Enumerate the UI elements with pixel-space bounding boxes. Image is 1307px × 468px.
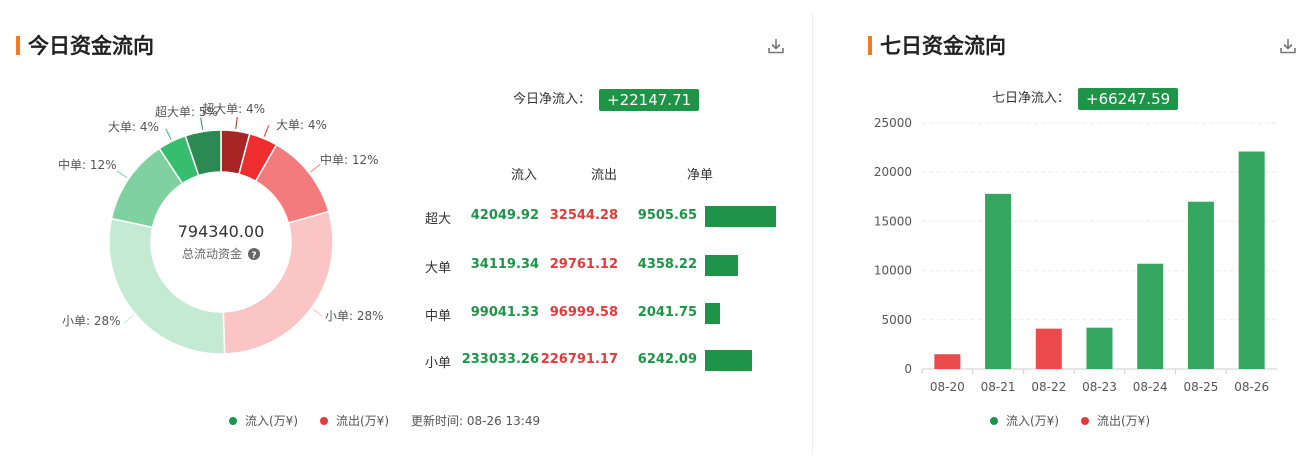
week-title-text: 七日资金流向 [880, 34, 1006, 58]
legend-outflow[interactable]: 流出(万¥) [1081, 412, 1150, 429]
donut-label-line [310, 163, 321, 173]
y-tick-label: 15000 [874, 214, 912, 228]
update-time: 更新时间: 08-26 13:49 [411, 414, 541, 428]
week-net-row: 七日净流入： +66247.59 [992, 87, 1179, 110]
today-net-badge: +22147.71 [599, 88, 700, 111]
bar-08-26[interactable] [1238, 151, 1265, 369]
today-title: 今日资金流向 [16, 30, 154, 60]
x-tick-label: 08-21 [981, 380, 1016, 394]
table-header-in: 流入 [511, 168, 538, 183]
today-net-row: 今日净流入： +22147.71 [513, 88, 700, 111]
x-tick-label: 08-24 [1133, 380, 1168, 394]
donut-slice-label: 超大单: 5% [155, 104, 218, 119]
row-net-value: 4358.22 [637, 257, 697, 272]
legend-inflow-label: 流入(万¥) [245, 414, 298, 428]
today-flow-panel: 今日资金流向 超大单: 4% 大单: 4% 中单: 12% 小单: 28% 小单: 28… [0, 0, 812, 468]
legend-outflow-label: 流出(万¥) [1097, 414, 1150, 428]
donut-label-line [165, 128, 172, 140]
title-accent-bar [868, 36, 872, 55]
donut-slice-label: 小单: 28% [62, 314, 121, 328]
row-net-value: 9505.65 [637, 208, 697, 223]
legend-inflow[interactable]: 流入(万¥) [229, 412, 298, 429]
donut-center-value: 794340.00 [178, 222, 265, 241]
donut-slice-label: 中单: 12% [320, 152, 379, 167]
today-net-label: 今日净流入： [513, 92, 592, 107]
panel-divider [812, 14, 813, 454]
row-net-value: 6242.09 [637, 352, 697, 367]
week-flow-panel: 七日资金流向 七日净流入： +66247.59 0 5000 10000 15000 20… [842, 0, 1307, 468]
legend-outflow-dot [320, 416, 328, 425]
bar-08-22[interactable] [1035, 328, 1062, 369]
x-tick-label: 08-25 [1183, 380, 1218, 394]
legend-outflow-label: 流出(万¥) [336, 414, 389, 428]
week-bar-chart: 0 5000 10000 15000 20000 25000 08-20 08-21 08-22… [874, 116, 1277, 394]
legend-inflow-dot [229, 416, 237, 425]
row-net-bar [705, 255, 738, 276]
donut-label-line [263, 125, 270, 137]
y-tick-label: 25000 [874, 116, 912, 130]
row-net-bar [705, 206, 776, 227]
bar-08-23[interactable] [1086, 327, 1113, 369]
donut-label-line [124, 314, 134, 324]
donut-slice-label: 小单: 28% [325, 309, 384, 323]
today-legend: 流入(万¥) 流出(万¥) 更新时间: 08-26 13:49 [229, 412, 540, 429]
bar-08-24[interactable] [1137, 263, 1164, 369]
bar-08-25[interactable] [1187, 201, 1214, 369]
legend-inflow-dot [990, 416, 998, 425]
legend-outflow-dot [1081, 416, 1089, 425]
donut-center-label: 总流动资金 [182, 246, 242, 261]
help-icon[interactable]: ? [248, 248, 260, 261]
table-header-net: 净单 [687, 168, 714, 183]
donut-slice-label: 大单: 4% [108, 120, 159, 134]
y-tick-label: 0 [904, 362, 912, 376]
download-icon[interactable] [1278, 36, 1298, 56]
donut-label-line [200, 117, 204, 130]
table-header-out: 流出 [591, 168, 618, 183]
x-tick-label: 08-26 [1234, 380, 1269, 394]
y-tick-label: 10000 [874, 264, 912, 278]
svg-text:?: ? [251, 251, 256, 261]
title-accent-bar [16, 36, 20, 55]
x-tick-label: 08-22 [1031, 380, 1066, 394]
x-tick-label: 08-23 [1082, 380, 1117, 394]
bar-08-20[interactable] [934, 354, 961, 369]
donut-slice-label: 大单: 4% [276, 118, 327, 132]
row-net-bar [705, 303, 721, 324]
donut-label-line [235, 116, 238, 130]
donut-slice-label: 中单: 12% [58, 157, 117, 172]
today-title-text: 今日资金流向 [28, 34, 154, 58]
week-title: 七日资金流向 [868, 30, 1006, 60]
today-donut-chart: 超大单: 4%大单: 4%中单: 12%小单: 28%小单: 28%中单: 12… [58, 101, 384, 355]
week-net-label: 七日净流入： [992, 91, 1071, 106]
row-net-bar [705, 350, 752, 371]
donut-label-line [312, 308, 323, 317]
row-net-value: 2041.75 [637, 305, 697, 320]
y-tick-label: 20000 [874, 165, 912, 179]
legend-outflow[interactable]: 流出(万¥) [320, 412, 389, 429]
week-net-badge: +66247.59 [1078, 87, 1179, 110]
legend-inflow[interactable]: 流入(万¥) [990, 412, 1059, 429]
x-tick-label: 08-20 [930, 380, 965, 394]
bar-08-21[interactable] [985, 193, 1012, 369]
download-icon[interactable] [766, 36, 786, 56]
legend-inflow-label: 流入(万¥) [1006, 414, 1059, 428]
week-legend: 流入(万¥) 流出(万¥) [990, 412, 1172, 429]
y-tick-label: 5000 [881, 313, 912, 327]
donut-label-line [116, 170, 128, 179]
